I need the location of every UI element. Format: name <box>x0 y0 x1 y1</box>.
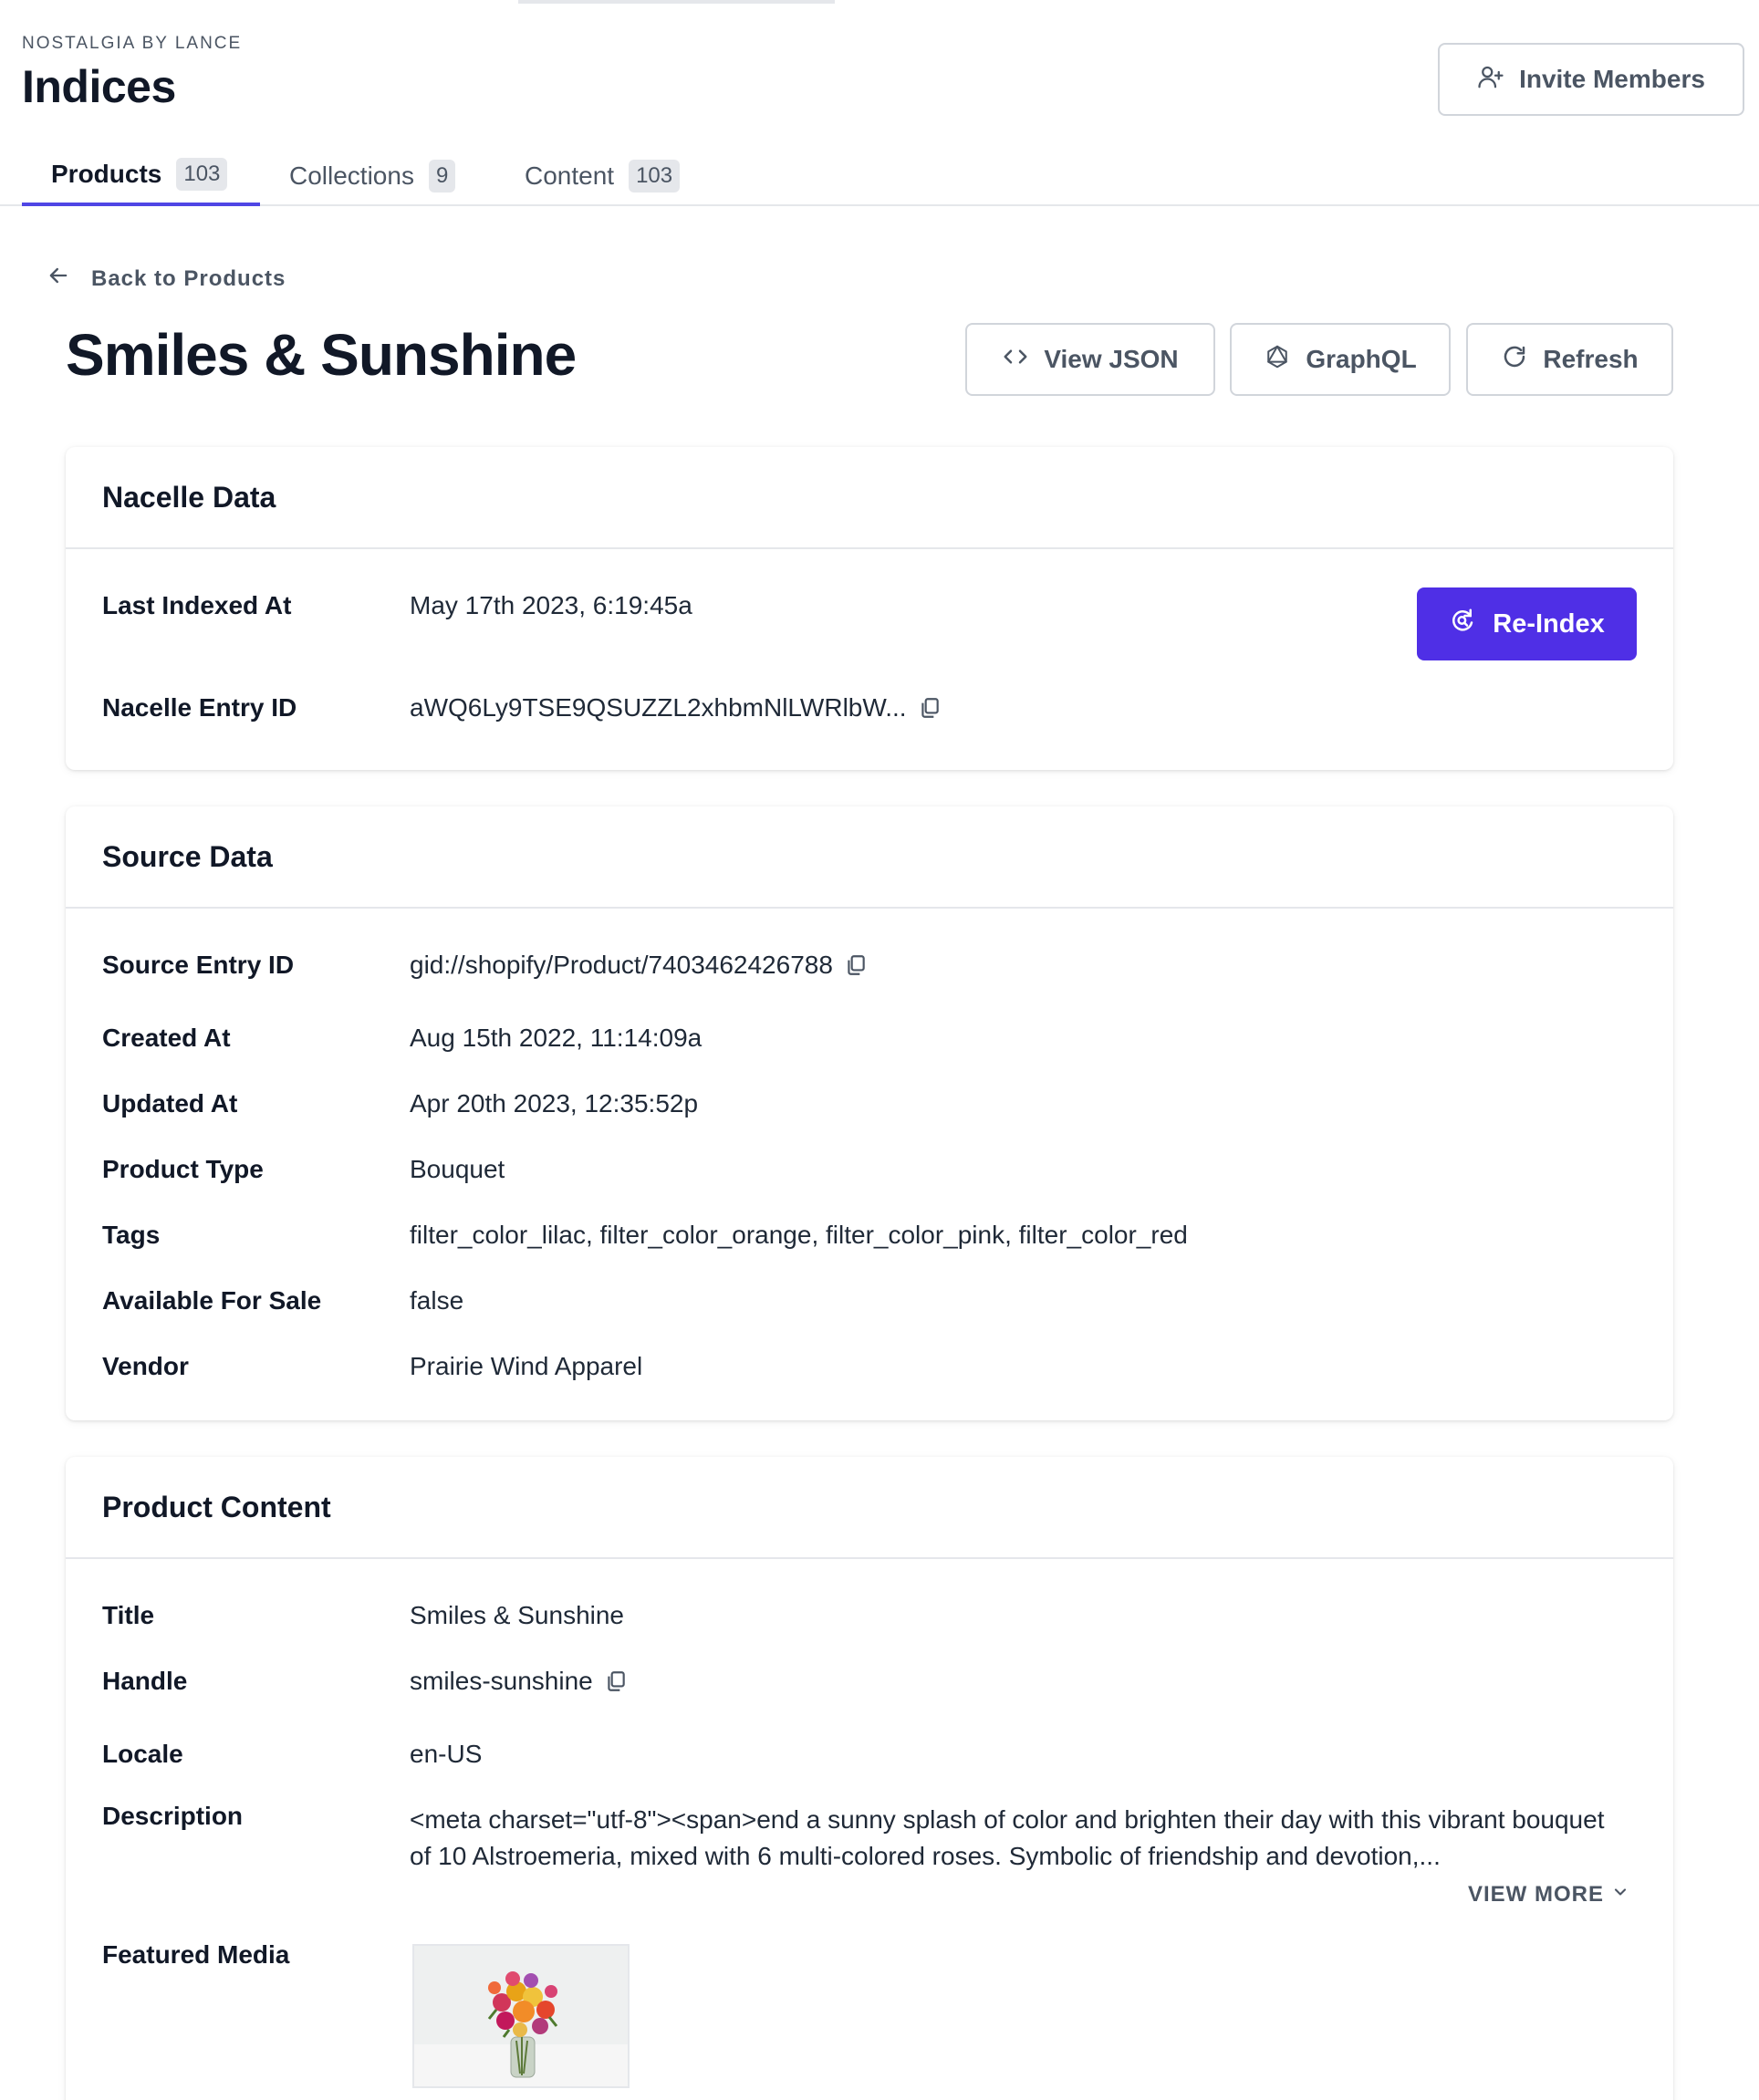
tab-collections[interactable]: Collections 9 <box>289 146 456 206</box>
card-heading: Nacelle Data <box>66 447 1673 549</box>
arrow-left-icon <box>46 263 71 295</box>
re-index-icon <box>1449 607 1476 641</box>
top-progress-strip <box>518 0 835 4</box>
re-index-label: Re-Index <box>1493 608 1605 639</box>
row-value: Aug 15th 2022, 11:14:09a <box>410 1024 703 1052</box>
row-value: smiles-sunshine <box>410 1667 593 1695</box>
product-content-card: Product Content Title Smiles & Sunshine … <box>66 1457 1673 2100</box>
card-heading: Product Content <box>66 1457 1673 1559</box>
detail-row: Title Smiles & Sunshine <box>102 1601 1637 1630</box>
chevron-down-icon <box>1611 1882 1629 1908</box>
refresh-button[interactable]: Refresh <box>1466 323 1673 396</box>
row-label: Product Type <box>102 1155 264 1183</box>
card-heading: Source Data <box>66 806 1673 909</box>
back-to-products-link[interactable]: Back to Products <box>46 263 286 295</box>
row-value: aWQ6Ly9TSE9QSUZZL2xhbmNlLWRlbW... <box>410 693 907 722</box>
copy-icon[interactable] <box>918 696 942 720</box>
row-label: Vendor <box>102 1352 189 1380</box>
re-index-button[interactable]: Re-Index <box>1417 587 1637 660</box>
count-badge: 103 <box>629 160 681 192</box>
row-label: Available For Sale <box>102 1286 322 1315</box>
row-label: Description <box>102 1802 244 1830</box>
view-more-label: VIEW MORE <box>1467 1882 1604 1907</box>
graphql-button[interactable]: GraphQL <box>1230 323 1451 396</box>
detail-row: Last Indexed At May 17th 2023, 6:19:45a <box>102 591 1637 620</box>
row-label: Created At <box>102 1024 231 1052</box>
row-value: en-US <box>410 1740 483 1768</box>
row-value: filter_color_lilac, filter_color_orange,… <box>410 1221 1188 1249</box>
back-label: Back to Products <box>91 265 286 291</box>
copy-icon[interactable] <box>844 953 868 977</box>
row-value: false <box>410 1286 464 1315</box>
detail-row: Description <meta charset="utf-8"><span>… <box>102 1802 1637 1875</box>
product-title: Smiles & Sunshine <box>66 322 577 388</box>
detail-row: Source Entry ID gid://shopify/Product/74… <box>102 951 1637 980</box>
row-label: Handle <box>102 1667 188 1695</box>
row-value-wrap: smiles-sunshine <box>410 1667 628 1696</box>
tab-label: Content <box>525 161 615 190</box>
row-value: Apr 20th 2023, 12:35:52p <box>410 1089 699 1118</box>
row-value: gid://shopify/Product/7403462426788 <box>410 951 833 979</box>
code-icon <box>1002 343 1029 377</box>
featured-media-thumbnail[interactable] <box>412 1944 630 2088</box>
detail-row: Featured Media <box>102 1940 1637 1970</box>
row-value: Bouquet <box>410 1155 505 1183</box>
count-badge: 103 <box>176 158 228 191</box>
row-label: Tags <box>102 1221 161 1249</box>
refresh-icon <box>1501 343 1528 377</box>
org-name: NOSTALGIA BY LANCE <box>22 34 243 53</box>
row-value-wrap: gid://shopify/Product/7403462426788 <box>410 951 868 980</box>
detail-row: Product Type Bouquet <box>102 1155 1637 1184</box>
tab-content[interactable]: Content 103 <box>525 146 681 206</box>
view-json-button[interactable]: View JSON <box>965 323 1215 396</box>
view-json-label: View JSON <box>1044 345 1179 373</box>
row-label: Title <box>102 1601 155 1629</box>
invite-members-button[interactable]: Invite Members <box>1438 43 1744 116</box>
row-label: Nacelle Entry ID <box>102 693 297 722</box>
user-plus-icon <box>1477 63 1504 97</box>
page-title: Indices <box>22 61 176 112</box>
detail-row: Tags filter_color_lilac, filter_color_or… <box>102 1221 1637 1250</box>
detail-row: Created At Aug 15th 2022, 11:14:09a <box>102 1024 1637 1053</box>
tab-label: Products <box>51 160 162 188</box>
row-label: Updated At <box>102 1089 238 1118</box>
tab-products[interactable]: Products 103 <box>22 146 260 206</box>
row-label: Featured Media <box>102 1940 290 1969</box>
row-label: Locale <box>102 1740 183 1768</box>
index-tabs: Products 103 Collections 9 Content 103 <box>0 146 1759 206</box>
refresh-label: Refresh <box>1543 345 1639 373</box>
detail-row: Locale en-US <box>102 1740 1637 1769</box>
tab-label: Collections <box>289 161 414 190</box>
source-data-card: Source Data Source Entry ID gid://shopif… <box>66 806 1673 1420</box>
nacelle-data-card: Nacelle Data Last Indexed At May 17th 20… <box>66 447 1673 770</box>
graphql-label: GraphQL <box>1306 345 1417 373</box>
view-more-button[interactable]: VIEW MORE <box>1468 1882 1629 1908</box>
row-label: Last Indexed At <box>102 591 292 619</box>
detail-row: Nacelle Entry ID aWQ6Ly9TSE9QSUZZL2xhbmN… <box>102 693 1637 723</box>
detail-row: Available For Sale false <box>102 1286 1637 1315</box>
invite-members-label: Invite Members <box>1519 65 1705 93</box>
row-value: Smiles & Sunshine <box>410 1601 625 1629</box>
detail-row: Handle smiles-sunshine <box>102 1667 1637 1696</box>
copy-icon[interactable] <box>604 1669 628 1693</box>
row-value-wrap: aWQ6Ly9TSE9QSUZZL2xhbmNlLWRlbW... <box>410 693 942 723</box>
count-badge: 9 <box>428 160 456 192</box>
row-label: Source Entry ID <box>102 951 295 979</box>
description-value: <meta charset="utf-8"><span>end a sunny … <box>410 1805 1605 1870</box>
row-value: May 17th 2023, 6:19:45a <box>410 591 692 619</box>
row-value: Prairie Wind Apparel <box>410 1352 643 1380</box>
detail-row: Updated At Apr 20th 2023, 12:35:52p <box>102 1089 1637 1118</box>
graphql-icon <box>1264 343 1291 377</box>
detail-row: Vendor Prairie Wind Apparel <box>102 1352 1637 1381</box>
